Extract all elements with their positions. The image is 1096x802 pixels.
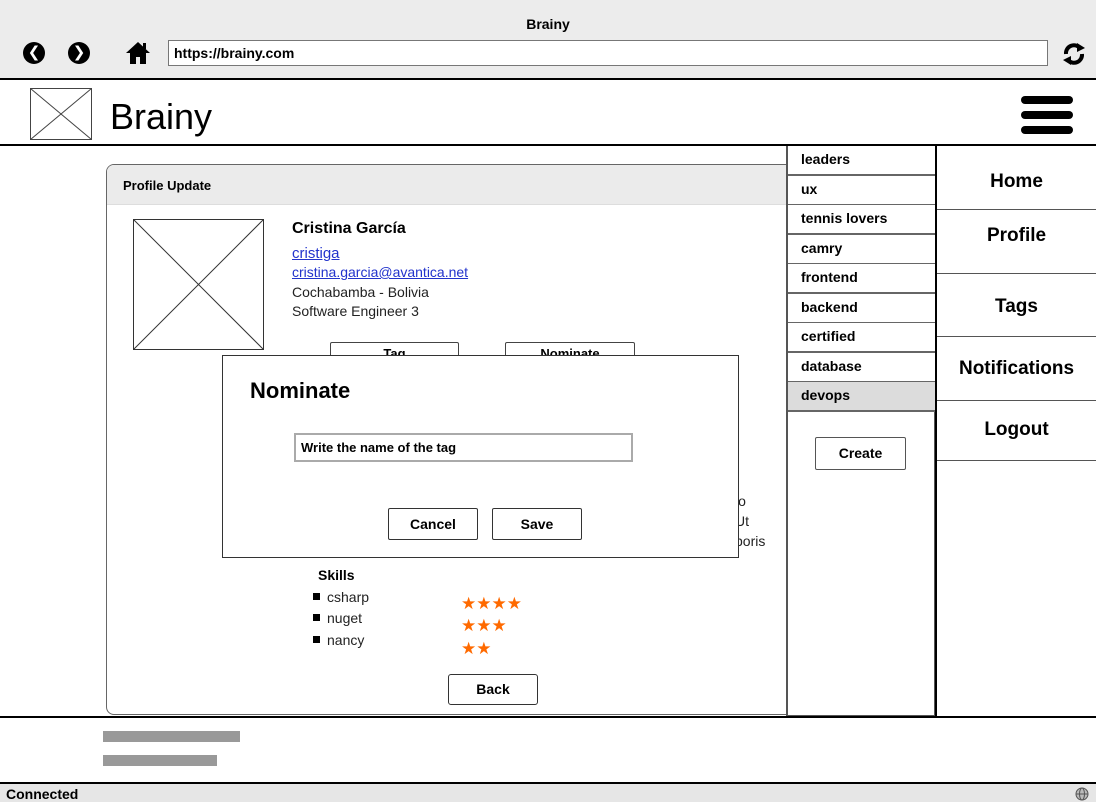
side-navigation: Home Profile Tags Notifications Logout: [935, 146, 1096, 716]
profile-name: Cristina García: [292, 220, 406, 237]
skill-name: csharp: [327, 589, 370, 605]
connection-status: Connected: [6, 786, 79, 802]
tag-item-camry[interactable]: camry: [788, 235, 935, 265]
cancel-button[interactable]: Cancel: [388, 508, 478, 540]
app-name: Brainy: [110, 96, 213, 137]
profile-location: Cochabamba - Bolivia: [292, 284, 429, 300]
bullet-icon: [313, 636, 320, 643]
nav-item-home[interactable]: Home: [937, 146, 1096, 210]
tag-item-certified[interactable]: certified: [788, 323, 935, 353]
footer-placeholder-bar: [103, 755, 217, 766]
back-arrow-icon[interactable]: ❮: [23, 42, 45, 64]
skill-name: nancy: [327, 632, 365, 648]
panel-title: Profile Update: [123, 178, 212, 193]
nav-item-notifications[interactable]: Notifications: [937, 337, 1096, 401]
skill-item: nancy: [313, 632, 364, 648]
nominate-dialog: Nominate Write the name of the tag Cance…: [222, 355, 739, 558]
back-button[interactable]: Back: [448, 674, 538, 705]
bullet-icon: [313, 614, 320, 621]
profile-username-link[interactable]: cristiga: [292, 245, 340, 262]
tag-name-input[interactable]: Write the name of the tag: [294, 433, 633, 462]
window-title: Brainy: [526, 16, 570, 32]
skills-title: Skills: [318, 567, 355, 583]
tag-item-leaders[interactable]: leaders: [788, 146, 935, 176]
tag-item-database[interactable]: database: [788, 353, 935, 383]
skill-name: nuget: [327, 610, 363, 626]
bio-text: lo Ut boris: [735, 491, 765, 551]
dialog-title: Nominate: [250, 378, 351, 403]
tag-item-tennis-lovers[interactable]: tennis lovers: [788, 205, 935, 235]
nav-item-tags[interactable]: Tags: [937, 274, 1096, 337]
browser-toolbar: Brainy ❮ ❯ https://brainy.com: [0, 0, 1096, 80]
avatar-placeholder-icon: [133, 219, 264, 350]
address-bar[interactable]: https://brainy.com: [168, 40, 1048, 66]
profile-role: Software Engineer 3: [292, 303, 419, 319]
bullet-icon: [313, 593, 320, 600]
nav-item-logout[interactable]: Logout: [937, 401, 1096, 461]
status-bar: Connected: [0, 782, 1096, 802]
star-rating: ★★★★: [461, 594, 522, 613]
tag-item-backend[interactable]: backend: [788, 294, 935, 324]
create-tag-button[interactable]: Create: [815, 437, 906, 470]
profile-email-link[interactable]: cristina.garcia@avantica.net: [292, 264, 468, 280]
bio-fragment: boris: [735, 533, 766, 549]
tag-list-panel: leaders ux tennis lovers camry frontend …: [786, 146, 935, 716]
page-footer: [0, 716, 1096, 782]
star-rating: ★★★: [461, 616, 507, 635]
globe-icon: [1075, 787, 1089, 801]
star-rating: ★★: [461, 639, 492, 658]
skill-item: nuget: [313, 610, 362, 626]
forward-arrow-icon[interactable]: ❯: [68, 42, 90, 64]
skill-item: csharp: [313, 589, 369, 605]
logo-placeholder-icon: [30, 88, 92, 140]
save-button[interactable]: Save: [492, 508, 582, 540]
bio-fragment: lo: [735, 493, 746, 509]
panel-header: Profile Update: [107, 165, 805, 205]
reload-icon[interactable]: [1060, 40, 1088, 68]
tag-item-frontend[interactable]: frontend: [788, 264, 935, 294]
nav-item-profile[interactable]: Profile: [937, 210, 1096, 274]
tag-item-ux[interactable]: ux: [788, 176, 935, 206]
home-icon[interactable]: [125, 40, 151, 66]
app-header: Brainy: [0, 82, 1096, 146]
footer-placeholder-bar: [103, 731, 240, 742]
bio-fragment: Ut: [735, 513, 749, 529]
tag-item-devops[interactable]: devops: [788, 382, 935, 412]
hamburger-menu-icon[interactable]: [1021, 96, 1073, 134]
